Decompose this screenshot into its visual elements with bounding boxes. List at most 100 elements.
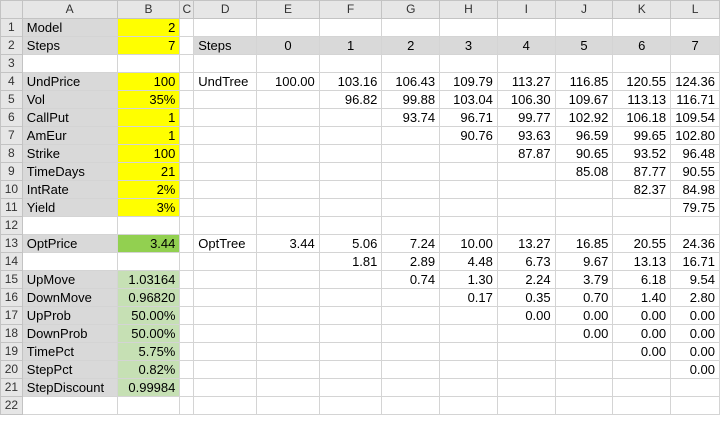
- value-strike[interactable]: 100: [116, 144, 181, 163]
- opt-tree-cell[interactable]: [318, 270, 383, 289]
- und-tree-cell[interactable]: 93.52: [612, 144, 672, 163]
- cell-c18[interactable]: [179, 324, 195, 343]
- und-tree-cell[interactable]: 109.67: [554, 90, 614, 109]
- cell-d17[interactable]: [193, 306, 258, 325]
- opt-tree-cell[interactable]: 0.74: [381, 270, 441, 289]
- opt-tree-cell[interactable]: 0.00: [612, 306, 672, 325]
- und-tree-cell[interactable]: [256, 90, 320, 109]
- opt-tree-cell[interactable]: 1.30: [439, 270, 498, 289]
- label-timedays[interactable]: TimeDays: [21, 162, 118, 181]
- opt-tree-cell[interactable]: 0.00: [670, 324, 720, 343]
- value-timepct[interactable]: 5.75%: [116, 342, 181, 361]
- value-upmove[interactable]: 1.03164: [116, 270, 181, 289]
- row-header-6[interactable]: 6: [0, 108, 23, 127]
- opt-tree-cell[interactable]: [496, 342, 556, 361]
- value-intrate[interactable]: 2%: [116, 180, 181, 199]
- cell-d18[interactable]: [193, 324, 258, 343]
- cell-c19[interactable]: [179, 342, 195, 361]
- und-tree-cell[interactable]: 96.59: [554, 126, 614, 145]
- und-tree-cell[interactable]: 90.65: [554, 144, 614, 163]
- und-tree-cell[interactable]: 102.80: [670, 126, 720, 145]
- cell-l22[interactable]: [670, 396, 720, 415]
- row-header-19[interactable]: 19: [0, 342, 23, 361]
- cell-c4[interactable]: [179, 72, 195, 91]
- und-tree-cell[interactable]: 109.54: [670, 108, 720, 127]
- label-intrate[interactable]: IntRate: [21, 180, 118, 199]
- opt-tree-cell[interactable]: 2.24: [496, 270, 556, 289]
- column-header-d[interactable]: D: [193, 0, 258, 19]
- opt-tree-cell[interactable]: 0.00: [670, 342, 720, 361]
- und-tree-cell[interactable]: 85.08: [554, 162, 614, 181]
- und-tree-cell[interactable]: [381, 198, 441, 217]
- und-tree-cell[interactable]: 113.13: [612, 90, 672, 109]
- und-tree-cell[interactable]: 103.16: [318, 72, 383, 91]
- und-tree-cell[interactable]: 90.55: [670, 162, 720, 181]
- und-tree-cell[interactable]: [439, 162, 498, 181]
- und-tree-cell[interactable]: [381, 144, 441, 163]
- opt-tree-cell[interactable]: [381, 288, 441, 307]
- column-header-c[interactable]: C: [179, 0, 195, 19]
- cell-c9[interactable]: [179, 162, 195, 181]
- opt-tree-cell[interactable]: 0.00: [554, 324, 614, 343]
- row-header-13[interactable]: 13: [0, 234, 23, 253]
- und-tree-cell[interactable]: 102.92: [554, 108, 614, 127]
- label-strike[interactable]: Strike: [21, 144, 118, 163]
- und-tree-cell[interactable]: 90.76: [439, 126, 498, 145]
- column-header-l[interactable]: L: [670, 0, 720, 19]
- row-header-4[interactable]: 4: [0, 72, 23, 91]
- und-tree-cell[interactable]: 84.98: [670, 180, 720, 199]
- cell-h1[interactable]: [439, 18, 498, 37]
- value-steps[interactable]: 7: [116, 36, 181, 55]
- column-header-h[interactable]: H: [439, 0, 498, 19]
- cell-c16[interactable]: [179, 288, 195, 307]
- und-tree-cell[interactable]: 113.27: [496, 72, 556, 91]
- cell-j1[interactable]: [554, 18, 614, 37]
- value-ameur[interactable]: 1: [116, 126, 181, 145]
- step-header-0[interactable]: 0: [256, 36, 320, 55]
- cell-g21[interactable]: [381, 378, 441, 397]
- cell-c5[interactable]: [179, 90, 195, 109]
- und-tree-cell[interactable]: 93.63: [496, 126, 556, 145]
- opt-tree-cell[interactable]: [439, 360, 498, 379]
- cell-g12[interactable]: [381, 216, 441, 235]
- row-header-15[interactable]: 15: [0, 270, 23, 289]
- cell-c1[interactable]: [179, 18, 195, 37]
- opt-tree-cell[interactable]: 0.00: [612, 342, 672, 361]
- und-tree-cell[interactable]: [554, 180, 614, 199]
- opt-tree-cell[interactable]: [256, 270, 320, 289]
- opt-tree-cell[interactable]: [318, 360, 383, 379]
- cell-c14[interactable]: [179, 252, 195, 271]
- step-header-3[interactable]: 3: [439, 36, 498, 55]
- cell-j12[interactable]: [554, 216, 614, 235]
- opt-tree-cell[interactable]: [256, 324, 320, 343]
- und-tree-cell[interactable]: 93.74: [381, 108, 441, 127]
- und-tree-cell[interactable]: [318, 144, 383, 163]
- cell-c7[interactable]: [179, 126, 195, 145]
- value-model[interactable]: 2: [116, 18, 181, 37]
- opt-tree-cell[interactable]: [554, 360, 614, 379]
- label-steps[interactable]: Steps: [21, 36, 118, 55]
- cell-c15[interactable]: [179, 270, 195, 289]
- opt-tree-cell[interactable]: [496, 360, 556, 379]
- cell-c22[interactable]: [179, 396, 195, 415]
- und-tree-cell[interactable]: [439, 198, 498, 217]
- opt-tree-cell[interactable]: 16.85: [554, 234, 614, 253]
- und-tree-cell[interactable]: 99.65: [612, 126, 672, 145]
- cell-e21[interactable]: [256, 378, 320, 397]
- cell-a12[interactable]: [21, 216, 118, 235]
- und-tree-cell[interactable]: [554, 198, 614, 217]
- cell-l3[interactable]: [670, 54, 720, 73]
- cell-d6[interactable]: [193, 108, 258, 127]
- cell-i3[interactable]: [496, 54, 556, 73]
- opt-tree-cell[interactable]: 0.17: [439, 288, 498, 307]
- cell-d10[interactable]: [193, 180, 258, 199]
- opt-tree-cell[interactable]: 9.67: [554, 252, 614, 271]
- cell-l1[interactable]: [670, 18, 720, 37]
- opt-tree-cell[interactable]: [381, 360, 441, 379]
- opt-tree-cell[interactable]: 0.00: [670, 360, 720, 379]
- label-upmove[interactable]: UpMove: [21, 270, 118, 289]
- cell-d14[interactable]: [193, 252, 258, 271]
- und-tree-cell[interactable]: 79.75: [670, 198, 720, 217]
- cell-k12[interactable]: [612, 216, 672, 235]
- value-steppct[interactable]: 0.82%: [116, 360, 181, 379]
